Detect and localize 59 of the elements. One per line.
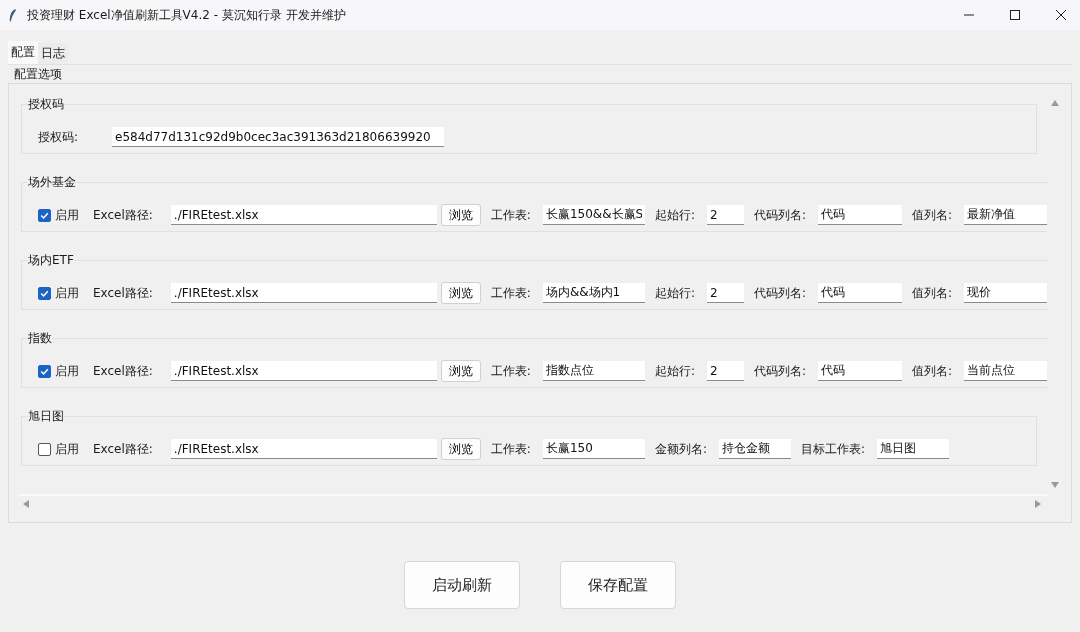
field-label: Excel路径: xyxy=(93,284,153,302)
field-label: 工作表: xyxy=(490,440,531,458)
field-label: 金额列名: xyxy=(654,440,707,458)
field-label: Excel路径: xyxy=(93,362,153,380)
input-field[interactable]: 持仓金额 xyxy=(718,439,791,459)
browse-button[interactable]: 浏览 xyxy=(440,360,481,382)
browse-button[interactable]: 浏览 xyxy=(440,204,481,226)
enable-checkbox[interactable]: 启用 xyxy=(38,284,79,302)
input-field[interactable]: ./FIREtest.xlsx xyxy=(170,439,437,459)
browse-button[interactable]: 浏览 xyxy=(440,282,481,304)
enable-checkbox[interactable]: 启用 xyxy=(38,206,79,224)
field-label: Excel路径: xyxy=(93,206,153,224)
tab[interactable]: 配置 xyxy=(8,41,38,64)
field-label: 工作表: xyxy=(490,284,531,302)
field-label: 值列名: xyxy=(912,284,953,302)
field-label: 值列名: xyxy=(912,362,953,380)
input-field[interactable]: ./FIREtest.xlsx xyxy=(170,361,437,381)
field-label: 代码列名: xyxy=(753,362,806,380)
input-field[interactable]: 场内&&场内1 xyxy=(542,283,645,303)
field-label: 工作表: xyxy=(490,362,531,380)
field-label: 授权码: xyxy=(38,128,79,146)
input-field[interactable]: 长赢150&&长赢S xyxy=(542,205,645,225)
input-field[interactable]: 代码 xyxy=(818,283,902,303)
input-field[interactable]: 长赢150 xyxy=(542,439,645,459)
enable-checkbox[interactable]: 启用 xyxy=(38,440,79,458)
panel-title: 配置选项 xyxy=(14,67,63,81)
input-field[interactable]: 当前点位 xyxy=(964,361,1047,381)
section-title: 指数 xyxy=(28,330,52,347)
input-field[interactable]: 2 xyxy=(706,283,744,303)
enable-checkbox[interactable]: 启用 xyxy=(38,362,79,380)
field-label: 值列名: xyxy=(912,206,953,224)
input-field[interactable]: e584d77d131c92d9b0cec3ac391363d21806639920 xyxy=(112,127,445,147)
section-title: 场内ETF xyxy=(28,252,74,269)
input-field[interactable]: 指数点位 xyxy=(542,361,645,381)
section-title: 旭日图 xyxy=(28,408,64,425)
action-button[interactable]: 启动刷新 xyxy=(404,561,520,609)
field-label: 代码列名: xyxy=(753,284,806,302)
field-label: 代码列名: xyxy=(753,206,806,224)
input-field[interactable]: 现价 xyxy=(964,283,1047,303)
field-label: 工作表: xyxy=(490,206,531,224)
field-label: 起始行: xyxy=(654,206,695,224)
input-field[interactable]: 2 xyxy=(706,205,744,225)
input-field[interactable]: 旭日图 xyxy=(877,439,949,459)
action-button[interactable]: 保存配置 xyxy=(560,561,676,609)
browse-button[interactable]: 浏览 xyxy=(440,438,481,460)
input-field[interactable]: 最新净值 xyxy=(964,205,1047,225)
input-field[interactable]: ./FIREtest.xlsx xyxy=(170,205,437,225)
input-field[interactable]: 代码 xyxy=(818,361,902,381)
window-title: 投资理财 Excel净值刷新工具V4.2 - 莫沉知行录 开发并维护 xyxy=(27,6,347,24)
section-title: 授权码 xyxy=(28,96,64,113)
field-label: 起始行: xyxy=(654,284,695,302)
field-label: 目标工作表: xyxy=(800,440,865,458)
input-field[interactable]: 2 xyxy=(706,361,744,381)
input-field[interactable]: 代码 xyxy=(818,205,902,225)
section-title: 场外基金 xyxy=(28,174,76,191)
field-label: 起始行: xyxy=(654,362,695,380)
tab[interactable]: 日志 xyxy=(38,43,68,64)
field-label: Excel路径: xyxy=(93,440,153,458)
input-field[interactable]: ./FIREtest.xlsx xyxy=(170,283,437,303)
